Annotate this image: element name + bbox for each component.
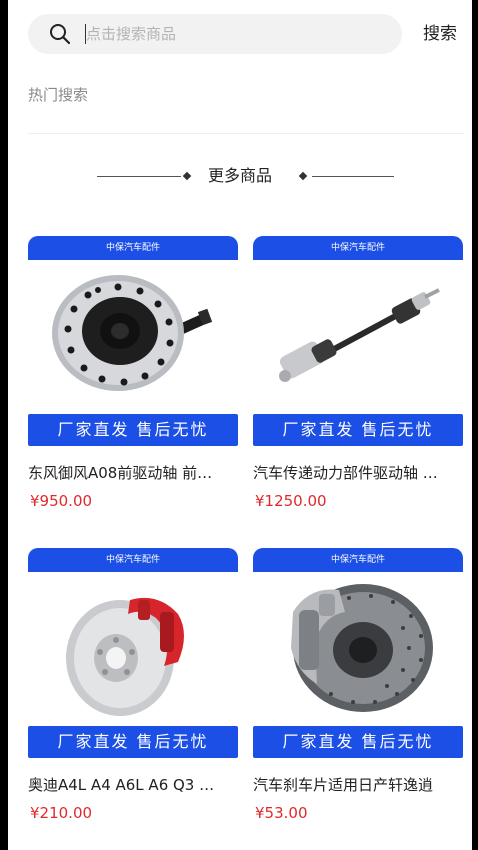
card-top-bar: 中保汽车配件 (28, 548, 238, 572)
product-card[interactable]: 中保汽车配件 厂家直发 售后无忧 奥迪A4L A4 A6L A6 Q3 … ¥2… (28, 548, 238, 826)
product-name[interactable]: 东风御风A08前驱动轴 前… (28, 462, 238, 484)
product-name[interactable]: 汽车刹车片适用日产轩逸逍 (253, 774, 463, 796)
drive-flange-icon (52, 275, 213, 391)
product-slogan: 厂家直发 售后无忧 (282, 732, 434, 751)
card-slogan-bar: 厂家直发 售后无忧 (28, 726, 238, 758)
product-name[interactable]: 奥迪A4L A4 A6L A6 Q3 … (28, 774, 238, 796)
card-top-bar: 中保汽车配件 (28, 236, 238, 260)
card-top-bar: 中保汽车配件 (253, 236, 463, 260)
product-slogan: 厂家直发 售后无忧 (282, 420, 434, 439)
product-price: ¥210.00 (30, 804, 93, 822)
product-slogan: 厂家直发 售后无忧 (57, 420, 209, 439)
decor-line-right (312, 176, 394, 177)
card-slogan-bar: 厂家直发 售后无忧 (253, 726, 463, 758)
product-brand: 中保汽车配件 (330, 243, 385, 253)
product-price: ¥1250.00 (255, 492, 327, 510)
product-card[interactable]: 中保汽车配件 厂家直发 售后无忧 汽车传递动力部件驱动轴 … ¥1250.00 (253, 236, 463, 514)
product-price: ¥53.00 (255, 804, 308, 822)
product-image (253, 572, 463, 724)
search-button[interactable]: 搜索 (423, 20, 457, 48)
search-icon (50, 24, 71, 45)
product-card[interactable]: 中保汽车配件 厂家直发 售后无忧 东风御风A08前驱动轴 前… ¥950.00 (28, 236, 238, 514)
search-input[interactable] (86, 14, 386, 54)
product-brand: 中保汽车配件 (330, 555, 385, 565)
product-image (253, 260, 463, 412)
brake-disc-red-caliper-icon (66, 597, 184, 716)
drive-shaft-icon (279, 288, 440, 382)
card-slogan-bar: 厂家直发 售后无忧 (253, 414, 463, 446)
product-image (28, 572, 238, 724)
more-goods-header: 更多商品 (8, 164, 472, 188)
hot-search-title: 热门搜索 (28, 86, 89, 104)
card-top-bar: 中保汽车配件 (253, 548, 463, 572)
search-box[interactable] (28, 14, 402, 54)
card-slogan-bar: 厂家直发 售后无忧 (28, 414, 238, 446)
product-brand: 中保汽车配件 (105, 243, 160, 253)
more-goods-title: 更多商品 (207, 166, 272, 185)
divider (28, 133, 464, 134)
product-slogan: 厂家直发 售后无忧 (57, 732, 209, 751)
product-price: ¥950.00 (30, 492, 93, 510)
brake-disc-drilled-icon (291, 584, 433, 712)
app-screen: 搜索 热门搜索 更多商品 中保汽车配件 (8, 0, 472, 850)
search-bar: 搜索 (28, 14, 468, 54)
product-image (28, 260, 238, 412)
product-brand: 中保汽车配件 (105, 555, 160, 565)
product-card[interactable]: 中保汽车配件 厂家直发 售后无忧 汽车刹车片适用日产轩逸逍 ¥53.00 (253, 548, 463, 826)
product-name[interactable]: 汽车传递动力部件驱动轴 … (253, 462, 463, 484)
